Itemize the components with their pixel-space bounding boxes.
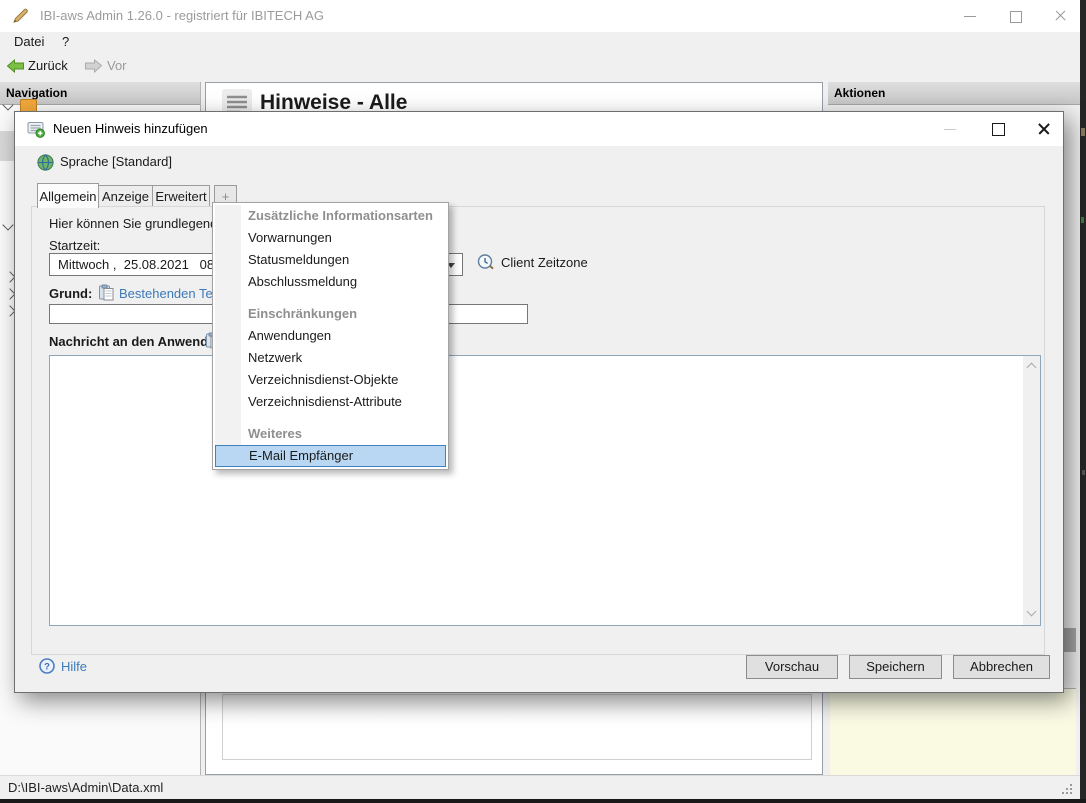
add-note-icon [27,120,45,138]
maximize-icon [1010,11,1022,23]
menu-item-abschlussmeldung[interactable]: Abschlussmeldung [213,271,448,293]
forward-arrow-icon [84,59,103,73]
cancel-button[interactable]: Abbrechen [953,655,1050,679]
client-timezone-icon [477,253,495,271]
help-icon: ? [39,658,55,674]
menu-item-vorwarnungen[interactable]: Vorwarnungen [213,227,448,249]
tab-allgemein[interactable]: Allgemein [37,183,99,208]
menu-item-netzwerk[interactable]: Netzwerk [213,347,448,369]
actions-note-area [830,688,1076,776]
close-button[interactable] [1038,0,1082,32]
save-button[interactable]: Speichern [849,655,942,679]
start-time-label: Startzeit: [49,238,100,253]
dialog-minimize-button [935,112,965,146]
menu-datei[interactable]: Datei [14,32,44,52]
title-bar: IBI-aws Admin 1.26.0 - registriert für I… [0,0,1080,32]
svg-text:?: ? [44,662,50,673]
screen: IBI-aws Admin 1.26.0 - registriert für I… [0,0,1086,803]
message-textarea[interactable] [49,355,1041,626]
status-file-path: D:\IBI-aws\Admin\Data.xml [8,776,163,800]
add-hinweis-dialog: Neuen Hinweis hinzufügen Sprache [Standa… [14,111,1064,693]
context-menu: Zusätzliche InformationsartenVorwarnunge… [212,202,449,470]
paste-text-icon [98,284,114,301]
menu-item-e-mail-empfänger[interactable]: E-Mail Empfänger [215,445,446,467]
content-empty-box [222,694,812,760]
menu-section-header: Einschränkungen [213,303,448,325]
tab-erweitert[interactable]: Erweitert [152,185,210,207]
dialog-title-bar: Neuen Hinweis hinzufügen [15,112,1063,146]
back-button[interactable]: Zurück [28,52,68,80]
minimize-icon [944,129,956,130]
resize-grip[interactable] [1062,784,1064,786]
minimize-icon [964,16,976,17]
scroll-up-icon[interactable] [1027,363,1037,373]
tree-expander-icon[interactable] [2,219,13,230]
dialog-close-button[interactable] [1029,112,1059,146]
help-link[interactable]: Hilfe [61,659,87,674]
client-timezone-label: Client Zeitzone [501,255,588,270]
reason-label: Grund: [49,286,92,301]
menu-item-statusmeldungen[interactable]: Statusmeldungen [213,249,448,271]
preview-button[interactable]: Vorschau [746,655,838,679]
scroll-down-icon[interactable] [1027,607,1037,617]
menu-section-header: Zusätzliche Informationsarten [213,205,448,227]
menu-item-verzeichnisdienst-attribute[interactable]: Verzeichnisdienst-Attribute [213,391,448,413]
window-title: IBI-aws Admin 1.26.0 - registriert für I… [40,0,324,32]
back-arrow-icon [6,59,25,73]
menu-bar: Datei ? [0,32,1080,52]
maximize-button[interactable] [993,0,1037,32]
dialog-maximize-button[interactable] [983,112,1013,146]
menu-item-anwendungen[interactable]: Anwendungen [213,325,448,347]
menu-item-verzeichnisdienst-objekte[interactable]: Verzeichnisdienst-Objekte [213,369,448,391]
menu-section-header: Weiteres [213,423,448,445]
language-label: Sprache [Standard] [60,152,172,172]
menu-help[interactable]: ? [62,32,69,52]
tab-anzeige[interactable]: Anzeige [98,185,153,207]
message-label: Nachricht an den Anwender: [49,334,225,349]
tree-selected-row[interactable] [0,131,14,161]
dialog-title: Neuen Hinweis hinzufügen [53,112,208,146]
actions-panel-header: Aktionen [828,82,1080,105]
menu-separator [213,293,448,303]
forward-button[interactable]: Vor [107,52,127,80]
maximize-icon [992,123,1005,136]
vertical-scrollbar[interactable] [1023,356,1040,625]
desktop-edge-right [1080,0,1086,803]
globe-icon [37,154,54,171]
status-bar: D:\IBI-aws\Admin\Data.xml [0,775,1080,799]
menu-separator [213,413,448,423]
app-icon [12,7,30,25]
start-time-value: Mittwoch , 25.08.2021 08:07 [58,254,232,275]
desktop-edge-bottom [0,799,1086,803]
toolbar: Zurück Vor [0,52,1080,80]
minimize-button[interactable] [948,0,992,32]
